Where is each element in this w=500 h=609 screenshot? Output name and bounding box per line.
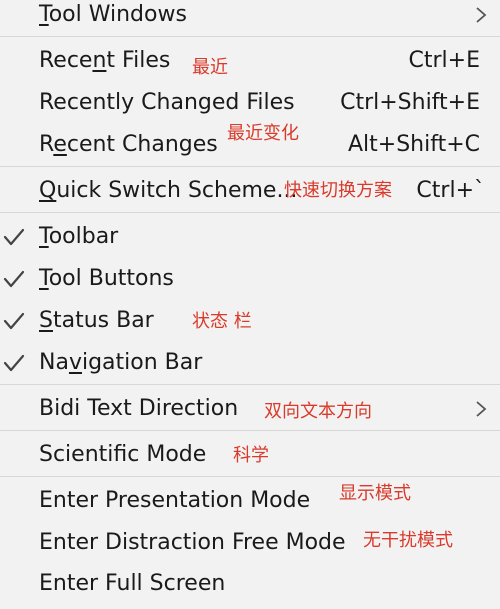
check-icon — [3, 354, 25, 372]
menu-item-label: Quick Switch Scheme... — [39, 178, 298, 203]
annotation-scientific-mode: 科学 — [233, 445, 269, 466]
shortcut-label: Ctrl+` — [416, 178, 485, 203]
shortcut-label: Ctrl+Shift+E — [340, 90, 480, 115]
menu-item-label: Enter Presentation Mode — [39, 488, 311, 513]
menu-item-toolbar[interactable]: Toolbar — [0, 222, 500, 262]
annotation-presentation-mode: 显示模式 — [339, 483, 411, 504]
annotation-recent-files: 最近 — [192, 57, 228, 78]
chevron-right-icon — [476, 401, 487, 417]
menu-separator — [0, 476, 500, 477]
menu-item-recent-files[interactable]: Recent Files Ctrl+E — [0, 46, 500, 86]
check-icon — [3, 270, 25, 288]
menu-item-label: Scientific Mode — [39, 442, 207, 467]
menu-item-label: Tool Windows — [39, 2, 187, 27]
annotation-quick-switch-scheme: 快速切换方案 — [284, 180, 392, 201]
menu-item-label: Bidi Text Direction — [39, 396, 239, 421]
menu-item-enter-full-screen[interactable]: Enter Full Screen — [0, 569, 500, 609]
chevron-right-icon — [476, 7, 487, 23]
menu-item-tool-buttons[interactable]: Tool Buttons — [0, 264, 500, 304]
menu-item-navigation-bar[interactable]: Navigation Bar — [0, 348, 500, 388]
annotation-recent-changes: 最近变化 — [227, 123, 299, 144]
menu-separator — [0, 36, 500, 37]
menu-separator — [0, 430, 500, 431]
menu-item-enter-presentation-mode[interactable]: Enter Presentation Mode — [0, 486, 500, 526]
menu-item-label: Enter Distraction Free Mode — [39, 530, 346, 555]
menu-item-label: Recent Files — [39, 48, 171, 73]
menu-separator — [0, 212, 500, 213]
menu-item-label: Recent Changes — [39, 132, 218, 157]
menu-item-label: Toolbar — [39, 224, 119, 249]
menu-item-label: Status Bar — [39, 308, 154, 333]
menu-item-quick-switch-scheme[interactable]: Quick Switch Scheme... Ctrl+` — [0, 176, 500, 216]
menu-separator — [0, 384, 500, 385]
menu-separator — [0, 166, 500, 167]
annotation-distraction-free-mode: 无干扰模式 — [363, 530, 453, 551]
check-icon — [3, 228, 25, 246]
menu-item-label: Tool Buttons — [39, 266, 174, 291]
menu-item-bidi-text-direction[interactable]: Bidi Text Direction — [0, 394, 500, 434]
view-menu: Tool Windows Recent Files Ctrl+E 最近 Rece… — [0, 0, 500, 600]
menu-item-label: Recently Changed Files — [39, 90, 295, 115]
menu-item-label: Enter Full Screen — [39, 571, 226, 596]
menu-item-label: Navigation Bar — [39, 350, 203, 375]
annotation-bidi-text-direction: 双向文本方向 — [264, 401, 372, 422]
annotation-status-bar: 状态 栏 — [192, 311, 252, 332]
shortcut-label: Ctrl+E — [408, 48, 480, 73]
check-icon — [3, 312, 25, 330]
shortcut-label: Alt+Shift+C — [347, 132, 480, 157]
menu-item-tool-windows[interactable]: Tool Windows — [0, 0, 500, 40]
